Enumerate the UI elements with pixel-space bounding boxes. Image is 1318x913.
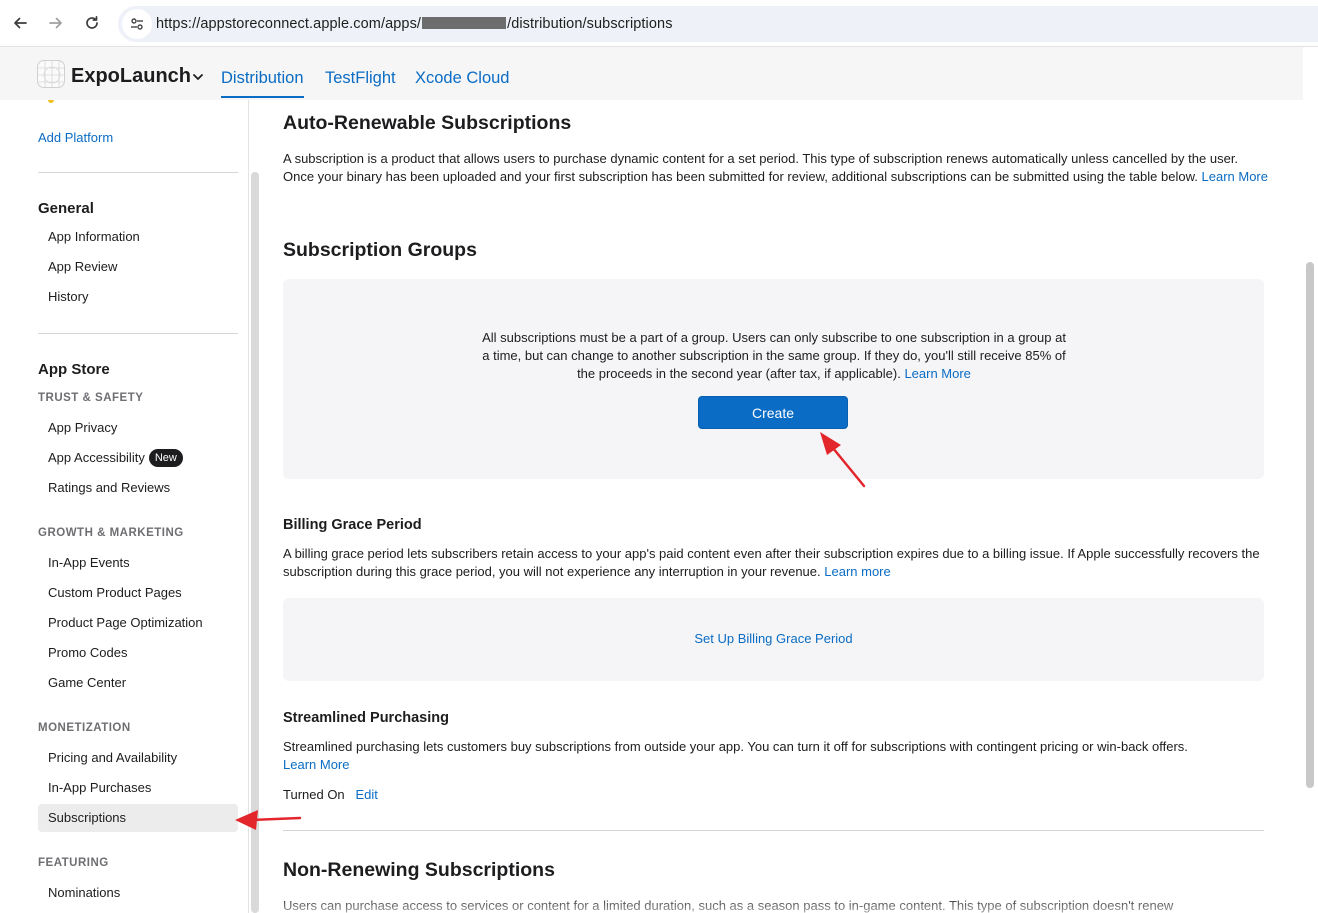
page-scrollbar[interactable]: [1306, 262, 1314, 788]
app-icon: [37, 60, 65, 88]
billing-grace-panel: Set Up Billing Grace Period: [283, 598, 1264, 681]
sidebar-item-app-accessibility[interactable]: App Accessibility New: [38, 444, 238, 472]
streamlined-status-row: Turned On Edit: [283, 786, 1268, 804]
sidebar: Add Platform General App Information App…: [0, 100, 249, 913]
sidebar-item-custom-product-pages[interactable]: Custom Product Pages: [38, 579, 238, 607]
learn-more-link[interactable]: Learn more: [824, 564, 890, 579]
sidebar-item-subscriptions[interactable]: Subscriptions: [38, 804, 238, 832]
description-text: All subscriptions must be a part of a gr…: [482, 330, 1066, 381]
main-content: Auto-Renewable Subscriptions A subscript…: [260, 100, 1303, 913]
url-suffix: /distribution/subscriptions: [507, 16, 673, 32]
sidebar-heading-general: General: [38, 200, 94, 217]
learn-more-link[interactable]: Learn More: [1202, 169, 1268, 184]
back-icon[interactable]: [9, 12, 31, 34]
add-platform-link[interactable]: Add Platform: [38, 130, 113, 145]
setup-billing-grace-link[interactable]: Set Up Billing Grace Period: [283, 631, 1264, 646]
sidebar-item-history[interactable]: History: [38, 283, 238, 311]
sidebar-item-app-information[interactable]: App Information: [38, 223, 238, 251]
tab-xcode-cloud[interactable]: Xcode Cloud: [415, 69, 509, 88]
edit-link[interactable]: Edit: [356, 787, 378, 802]
auto-renewable-description: A subscription is a product that allows …: [283, 150, 1268, 186]
app-header: ExpoLaunch Distribution TestFlight Xcode…: [0, 47, 1303, 100]
sidebar-heading-app-store: App Store: [38, 361, 110, 378]
non-renewing-description: Users can purchase access to services or…: [283, 898, 1174, 913]
url-prefix: https://appstoreconnect.apple.com/apps/: [156, 16, 422, 32]
sidebar-item-nominations[interactable]: Nominations: [38, 879, 238, 907]
browser-toolbar: https://appstoreconnect.apple.com/apps/ /…: [0, 0, 1318, 47]
sidebar-item-game-center[interactable]: Game Center: [38, 669, 238, 697]
sidebar-subheading-growth-marketing: GROWTH & MARKETING: [38, 527, 184, 539]
billing-grace-title: Billing Grace Period: [283, 517, 422, 533]
subscription-groups-title: Subscription Groups: [283, 239, 477, 261]
create-button[interactable]: Create: [698, 396, 848, 429]
sidebar-item-pricing-availability[interactable]: Pricing and Availability: [38, 744, 238, 772]
sidebar-divider: [38, 333, 238, 334]
site-settings-icon[interactable]: [122, 9, 152, 39]
chevron-down-icon[interactable]: [192, 71, 204, 83]
tab-distribution[interactable]: Distribution: [221, 69, 304, 98]
description-text: Streamlined purchasing lets customers bu…: [283, 739, 1188, 754]
sidebar-item-app-privacy[interactable]: App Privacy: [38, 414, 238, 442]
streamlined-title: Streamlined Purchasing: [283, 710, 449, 726]
auto-renewable-title: Auto-Renewable Subscriptions: [283, 112, 572, 134]
sidebar-item-in-app-events[interactable]: In-App Events: [38, 549, 238, 577]
description-text: A billing grace period lets subscribers …: [283, 546, 1260, 579]
url-text: https://appstoreconnect.apple.com/apps/ /…: [156, 16, 673, 32]
sidebar-subheading-featuring: FEATURING: [38, 857, 109, 869]
subscription-groups-panel: All subscriptions must be a part of a gr…: [283, 279, 1264, 479]
description-text: A subscription is a product that allows …: [283, 151, 1239, 184]
non-renewing-title: Non-Renewing Subscriptions: [283, 859, 555, 881]
sidebar-item-in-app-purchases[interactable]: In-App Purchases: [38, 774, 238, 802]
sidebar-item-app-review[interactable]: App Review: [38, 253, 238, 281]
app-name[interactable]: ExpoLaunch: [71, 65, 191, 88]
forward-icon[interactable]: [45, 12, 67, 34]
sidebar-item-product-page-optimization[interactable]: Product Page Optimization: [38, 609, 238, 637]
subscription-groups-description: All subscriptions must be a part of a gr…: [479, 329, 1069, 383]
sidebar-item-promo-codes[interactable]: Promo Codes: [38, 639, 238, 667]
learn-more-link[interactable]: Learn More: [904, 366, 970, 381]
tab-testflight[interactable]: TestFlight: [325, 69, 396, 88]
streamlined-status: Turned On: [283, 787, 345, 802]
sidebar-item-label: App Accessibility: [48, 450, 145, 465]
new-badge: New: [148, 449, 183, 467]
redacted-app-id: [422, 17, 507, 29]
scrolled-item-fragment: [48, 100, 54, 103]
section-divider: [283, 830, 1264, 831]
billing-grace-description: A billing grace period lets subscribers …: [283, 545, 1268, 581]
sidebar-scrollbar[interactable]: [251, 172, 259, 913]
sidebar-subheading-monetization: MONETIZATION: [38, 722, 131, 734]
reload-icon[interactable]: [81, 12, 103, 34]
sidebar-subheading-trust-safety: TRUST & SAFETY: [38, 392, 144, 404]
sidebar-divider: [38, 172, 238, 173]
sidebar-item-ratings-reviews[interactable]: Ratings and Reviews: [38, 474, 238, 502]
address-bar[interactable]: https://appstoreconnect.apple.com/apps/ /…: [118, 6, 1318, 42]
streamlined-description: Streamlined purchasing lets customers bu…: [283, 738, 1268, 774]
learn-more-link[interactable]: Learn More: [283, 757, 349, 772]
